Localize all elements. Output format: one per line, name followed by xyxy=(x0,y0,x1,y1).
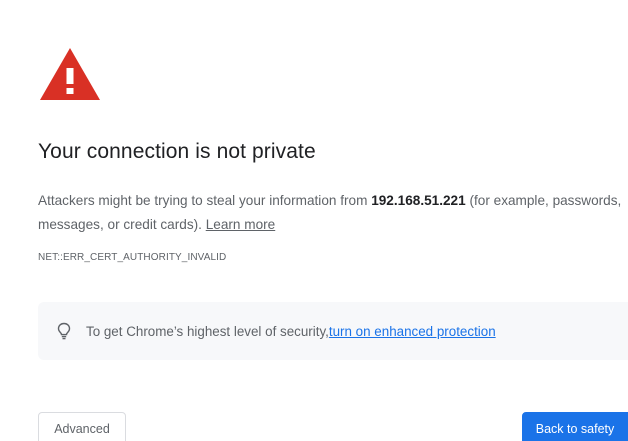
warning-exclamation-dot xyxy=(66,88,74,94)
warning-exclamation-bar xyxy=(66,68,74,84)
enhanced-protection-link[interactable]: turn on enhanced protection xyxy=(329,324,496,339)
explanation-text: Attackers might be trying to steal your … xyxy=(38,189,623,237)
security-interstitial-page: Your connection is not private Attackers… xyxy=(0,0,628,441)
error-code: NET::ERR_CERT_AUTHORITY_INVALID xyxy=(38,252,227,263)
banner-text: To get Chrome’s highest level of securit… xyxy=(86,323,329,339)
learn-more-link[interactable]: Learn more xyxy=(206,217,276,232)
explanation-prefix: Attackers might be trying to steal your … xyxy=(38,193,372,208)
enhanced-protection-banner: To get Chrome’s highest level of securit… xyxy=(38,302,628,360)
lightbulb-icon xyxy=(57,322,71,340)
host-address: 192.168.51.221 xyxy=(371,193,466,208)
warning-triangle-icon xyxy=(40,48,100,100)
page-title: Your connection is not private xyxy=(38,140,316,163)
advanced-button[interactable]: Advanced xyxy=(38,412,126,441)
back-to-safety-button[interactable]: Back to safety xyxy=(522,412,628,441)
